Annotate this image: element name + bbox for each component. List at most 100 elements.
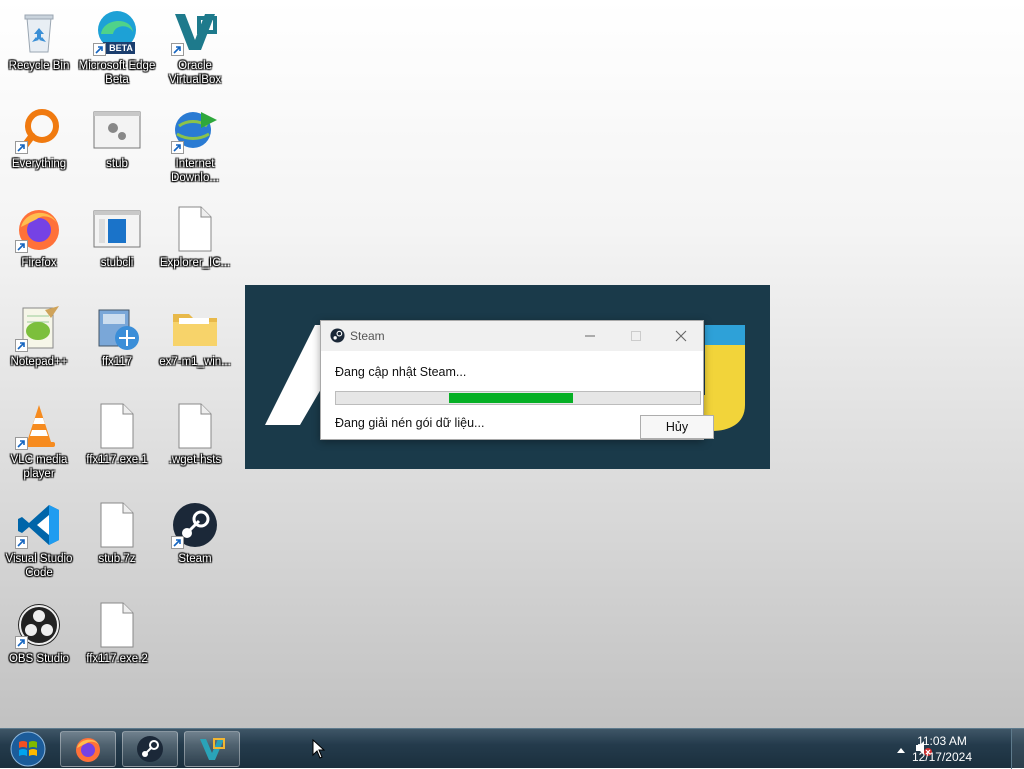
maximize-button[interactable] <box>613 321 659 351</box>
desktop-icon-label: stub.7z <box>98 553 136 565</box>
notepad-plus-icon <box>15 304 63 352</box>
maximize-icon <box>631 331 641 341</box>
desktop-icon-firefox[interactable]: Firefox <box>0 205 78 270</box>
desktop-icon-steam[interactable]: Steam <box>156 501 234 566</box>
shortcut-arrow-icon <box>15 240 28 253</box>
stubcli-exe-icon <box>93 205 141 253</box>
start-button[interactable] <box>4 731 52 767</box>
vlc-cone-icon <box>15 402 63 450</box>
desktop-icon-label: Microsoft Edge Beta <box>78 60 156 86</box>
desktop-icon-label: Explorer_IC... <box>159 257 231 269</box>
desktop-icon-everything[interactable]: Everything <box>0 106 78 171</box>
close-icon <box>675 330 687 342</box>
system-clock[interactable]: 11:03 AM 12/17/2024 <box>912 733 972 765</box>
desktop-icon-label: Firefox <box>21 257 57 269</box>
desktop-icon-label: Internet Downlo... <box>171 158 219 184</box>
desktop-icon-label: Notepad++ <box>10 356 68 368</box>
shortcut-arrow-icon <box>171 141 184 154</box>
clock-date: 12/17/2024 <box>911 750 972 764</box>
everything-icon <box>15 106 63 154</box>
firefox-icon <box>15 205 63 253</box>
extract-status-text: Đang giải nén gói dữ liệu... <box>335 416 485 430</box>
desktop-icon-stub[interactable]: stub <box>78 106 156 171</box>
shortcut-arrow-icon <box>15 636 28 649</box>
update-status-text: Đang cập nhật Steam... <box>335 365 467 379</box>
steam-icon <box>171 501 219 549</box>
show-desktop-button[interactable] <box>1011 729 1024 769</box>
desktop-icon-ex7-m1-win[interactable]: ex7-m1_win... <box>156 304 234 369</box>
virtualbox-icon <box>171 8 219 56</box>
desktop-icon-label: ffx117.exe.2 <box>86 653 148 665</box>
folder-icon <box>171 304 219 352</box>
beta-badge: BETA <box>109 43 133 53</box>
dialog-titlebar[interactable]: Steam <box>321 321 703 351</box>
cursor-arrow-icon <box>312 738 326 759</box>
taskbar: 11:03 AM 12/17/2024 <box>0 728 1024 769</box>
desktop-icon-obs[interactable]: OBS Studio <box>0 601 78 666</box>
desktop-icon-label: ffx117.exe.1 <box>86 454 148 466</box>
desktop-icon-stubcli[interactable]: stubcli <box>78 205 156 270</box>
steam-updater-dialog: Steam Đang cập nhật Steam... Đang giải n… <box>320 320 714 440</box>
obs-studio-icon <box>15 601 63 649</box>
close-button[interactable] <box>658 321 704 351</box>
shortcut-arrow-icon <box>93 43 106 56</box>
taskbar-steam[interactable] <box>122 731 178 767</box>
desktop-icon-label: Oracle VirtualBox <box>168 60 222 86</box>
blank-file-icon <box>171 402 219 450</box>
stub-exe-icon <box>93 106 141 154</box>
desktop-icon-label: ex7-m1_win... <box>159 356 231 368</box>
installer-icon <box>93 304 141 352</box>
shortcut-arrow-icon <box>15 536 28 549</box>
minimize-button[interactable] <box>567 321 613 351</box>
desktop-icon-label: Visual Studio Code <box>5 553 73 579</box>
desktop-icon-edge-beta[interactable]: BETA Microsoft Edge Beta <box>78 8 156 87</box>
vscode-icon <box>15 501 63 549</box>
desktop-icon-notepad-plus[interactable]: Notepad++ <box>0 304 78 369</box>
dialog-body: Đang cập nhật Steam... Đang giải nén gói… <box>335 365 714 439</box>
update-progress-bar <box>335 391 701 405</box>
chevron-up-icon <box>897 748 905 753</box>
desktop-icon-label: ffx117 <box>101 356 133 368</box>
desktop-icon-label: OBS Studio <box>8 653 70 665</box>
cancel-button[interactable]: Hủy <box>640 415 714 439</box>
clock-time: 11:03 AM <box>917 734 967 748</box>
desktop-icon-recycle-bin[interactable]: Recycle Bin <box>0 8 78 73</box>
steam-logo-icon <box>330 328 345 348</box>
desktop-icon-label: stubcli <box>100 257 134 269</box>
desktop-icon-internet-download-manager[interactable]: Internet Downlo... <box>156 106 234 185</box>
idm-globe-icon <box>171 106 219 154</box>
desktop-icon-ffx117[interactable]: ffx117 <box>78 304 156 369</box>
show-hidden-icons-button[interactable] <box>896 742 906 760</box>
shortcut-arrow-icon <box>171 536 184 549</box>
desktop-icon-vlc[interactable]: VLC media player <box>0 402 78 481</box>
desktop-icon-explorer-ic[interactable]: Explorer_IC... <box>156 205 234 270</box>
desktop-icon-ffx117-exe-1[interactable]: ffx117.exe.1 <box>78 402 156 467</box>
edge-beta-icon: BETA <box>93 8 141 56</box>
shortcut-arrow-icon <box>171 43 184 56</box>
shortcut-arrow-icon <box>15 437 28 450</box>
desktop-icon-label: VLC media player <box>10 454 68 480</box>
taskbar-firefox[interactable] <box>60 731 116 767</box>
desktop-icon-label: .wget-hsts <box>168 454 222 466</box>
minimize-icon <box>585 335 595 337</box>
steam-icon <box>137 736 163 762</box>
desktop-icon-label: Everything <box>11 158 67 170</box>
blank-file-icon <box>93 402 141 450</box>
desktop-icon-label: Recycle Bin <box>8 60 70 72</box>
desktop-icon-label: Steam <box>178 553 212 565</box>
desktop-icon-ffx117-exe-2[interactable]: ffx117.exe.2 <box>78 601 156 666</box>
windows-start-orb-icon <box>10 731 46 767</box>
shortcut-arrow-icon <box>15 141 28 154</box>
dialog-title: Steam <box>350 329 385 343</box>
mouse-pointer <box>312 738 326 764</box>
desktop-icon-vscode[interactable]: Visual Studio Code <box>0 501 78 580</box>
desktop-icon-stub-7z[interactable]: stub.7z <box>78 501 156 566</box>
taskbar-virtualbox[interactable] <box>184 731 240 767</box>
desktop-icon-wget-hsts[interactable]: .wget-hsts <box>156 402 234 467</box>
desktop-icon-virtualbox[interactable]: Oracle VirtualBox <box>156 8 234 87</box>
blank-file-icon <box>171 205 219 253</box>
firefox-icon <box>76 738 100 762</box>
blank-file-icon <box>93 601 141 649</box>
blank-file-icon <box>93 501 141 549</box>
desktop-icon-label: stub <box>106 158 128 170</box>
